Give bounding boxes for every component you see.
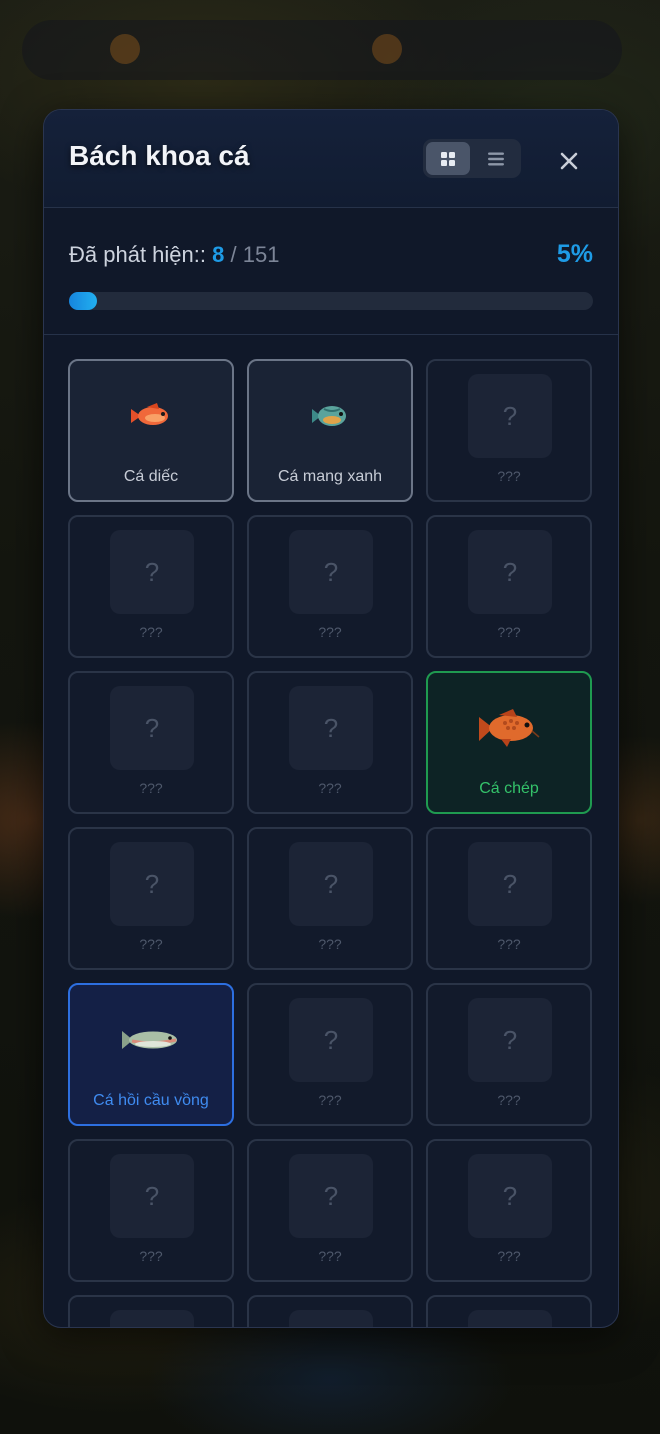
locked-fish-card[interactable]: [426, 1295, 592, 1327]
unknown-fish-placeholder: ?: [110, 686, 194, 770]
fish-name: ???: [139, 1248, 163, 1264]
fish-image: [249, 381, 411, 451]
locked-fish-card[interactable]: ????: [426, 827, 592, 970]
close-icon: [560, 152, 578, 170]
fish-image: [70, 1005, 232, 1075]
unknown-fish-placeholder: ?: [468, 1154, 552, 1238]
fish-name: ???: [497, 1248, 521, 1264]
discovery-label: Đã phát hiện::: [69, 242, 206, 267]
unknown-fish-placeholder: ?: [468, 842, 552, 926]
fish-encyclopedia-modal: Bách khoa cá Đã phát hiện:: 8 / 151 5% C…: [43, 109, 619, 1328]
fish-name: ???: [139, 780, 163, 796]
fish-sprite-icon: [479, 709, 540, 747]
hud-item-icon: [372, 34, 402, 64]
grid-icon: [441, 151, 455, 166]
discovery-text: Đã phát hiện:: 8 / 151: [69, 242, 279, 268]
list-view-button[interactable]: [474, 142, 518, 175]
locked-fish-card[interactable]: ????: [426, 983, 592, 1126]
fish-name: ???: [318, 1248, 342, 1264]
fish-name: ???: [318, 936, 342, 952]
locked-fish-card[interactable]: ????: [68, 827, 234, 970]
fish-card[interactable]: Cá hồi cầu vồng: [68, 983, 234, 1126]
unknown-fish-placeholder: ?: [289, 842, 373, 926]
fish-card[interactable]: Cá diếc: [68, 359, 234, 502]
modal-header: Bách khoa cá: [44, 110, 618, 208]
fish-name: ???: [497, 1092, 521, 1108]
progress-percent: 5%: [556, 240, 593, 268]
fish-name: Cá mang xanh: [277, 468, 383, 485]
locked-fish-card[interactable]: ????: [68, 1139, 234, 1282]
unknown-fish-placeholder: ?: [468, 998, 552, 1082]
fish-name: ???: [318, 1092, 342, 1108]
fish-image: [70, 381, 232, 451]
fish-name: ???: [497, 624, 521, 640]
total-count: 151: [242, 242, 280, 267]
fish-name: ???: [139, 624, 163, 640]
fish-sprite-icon: [122, 1031, 177, 1049]
discovery-progress: Đã phát hiện:: 8 / 151 5%: [44, 208, 618, 335]
locked-fish-card[interactable]: [247, 1295, 413, 1327]
unknown-fish-placeholder: ?: [289, 530, 373, 614]
locked-fish-card[interactable]: ????: [247, 1139, 413, 1282]
fish-name: Cá diếc: [123, 468, 179, 485]
progress-separator: /: [230, 242, 237, 267]
close-button[interactable]: [549, 141, 589, 181]
fish-card[interactable]: Cá mang xanh: [247, 359, 413, 502]
locked-fish-card[interactable]: ????: [426, 1139, 592, 1282]
list-icon: [488, 152, 504, 165]
fish-name: ???: [318, 780, 342, 796]
unknown-fish-placeholder: [110, 1310, 194, 1327]
unknown-fish-placeholder: ?: [110, 1154, 194, 1238]
discovered-count: 8: [212, 242, 225, 267]
fish-name: ???: [497, 468, 521, 484]
locked-fish-card[interactable]: ????: [426, 359, 592, 502]
view-toggle: [423, 139, 521, 178]
locked-fish-card[interactable]: ????: [247, 827, 413, 970]
modal-title: Bách khoa cá: [69, 140, 250, 171]
fish-sprite-icon: [131, 403, 168, 425]
unknown-fish-placeholder: ?: [110, 842, 194, 926]
fish-name: ???: [139, 936, 163, 952]
progress-bar-fill: [69, 292, 97, 310]
locked-fish-card[interactable]: ????: [247, 671, 413, 814]
fish-grid-scroll[interactable]: Cá diếc Cá mang xanh?????????????????????…: [44, 335, 618, 1327]
fish-image: [428, 693, 590, 763]
unknown-fish-placeholder: ?: [110, 530, 194, 614]
locked-fish-card[interactable]: ????: [68, 671, 234, 814]
locked-fish-card[interactable]: ????: [247, 983, 413, 1126]
fish-name: Cá hồi cầu vồng: [93, 1092, 209, 1109]
unknown-fish-placeholder: ?: [468, 374, 552, 458]
fish-name: Cá chép: [479, 780, 539, 797]
progress-bar: [69, 292, 593, 310]
locked-fish-card[interactable]: ????: [247, 515, 413, 658]
unknown-fish-placeholder: ?: [468, 530, 552, 614]
grid-view-button[interactable]: [426, 142, 470, 175]
unknown-fish-placeholder: [468, 1310, 552, 1327]
fish-name: ???: [497, 936, 521, 952]
fish-name: ???: [318, 624, 342, 640]
locked-fish-card[interactable]: [68, 1295, 234, 1327]
fish-card[interactable]: Cá chép: [426, 671, 592, 814]
locked-fish-card[interactable]: ????: [426, 515, 592, 658]
unknown-fish-placeholder: ?: [289, 1154, 373, 1238]
unknown-fish-placeholder: [289, 1310, 373, 1327]
unknown-fish-placeholder: ?: [289, 998, 373, 1082]
unknown-fish-placeholder: ?: [289, 686, 373, 770]
fish-grid: Cá diếc Cá mang xanh?????????????????????…: [68, 359, 592, 1327]
fish-sprite-icon: [312, 406, 346, 426]
hud-coin-icon: [110, 34, 140, 64]
locked-fish-card[interactable]: ????: [68, 515, 234, 658]
